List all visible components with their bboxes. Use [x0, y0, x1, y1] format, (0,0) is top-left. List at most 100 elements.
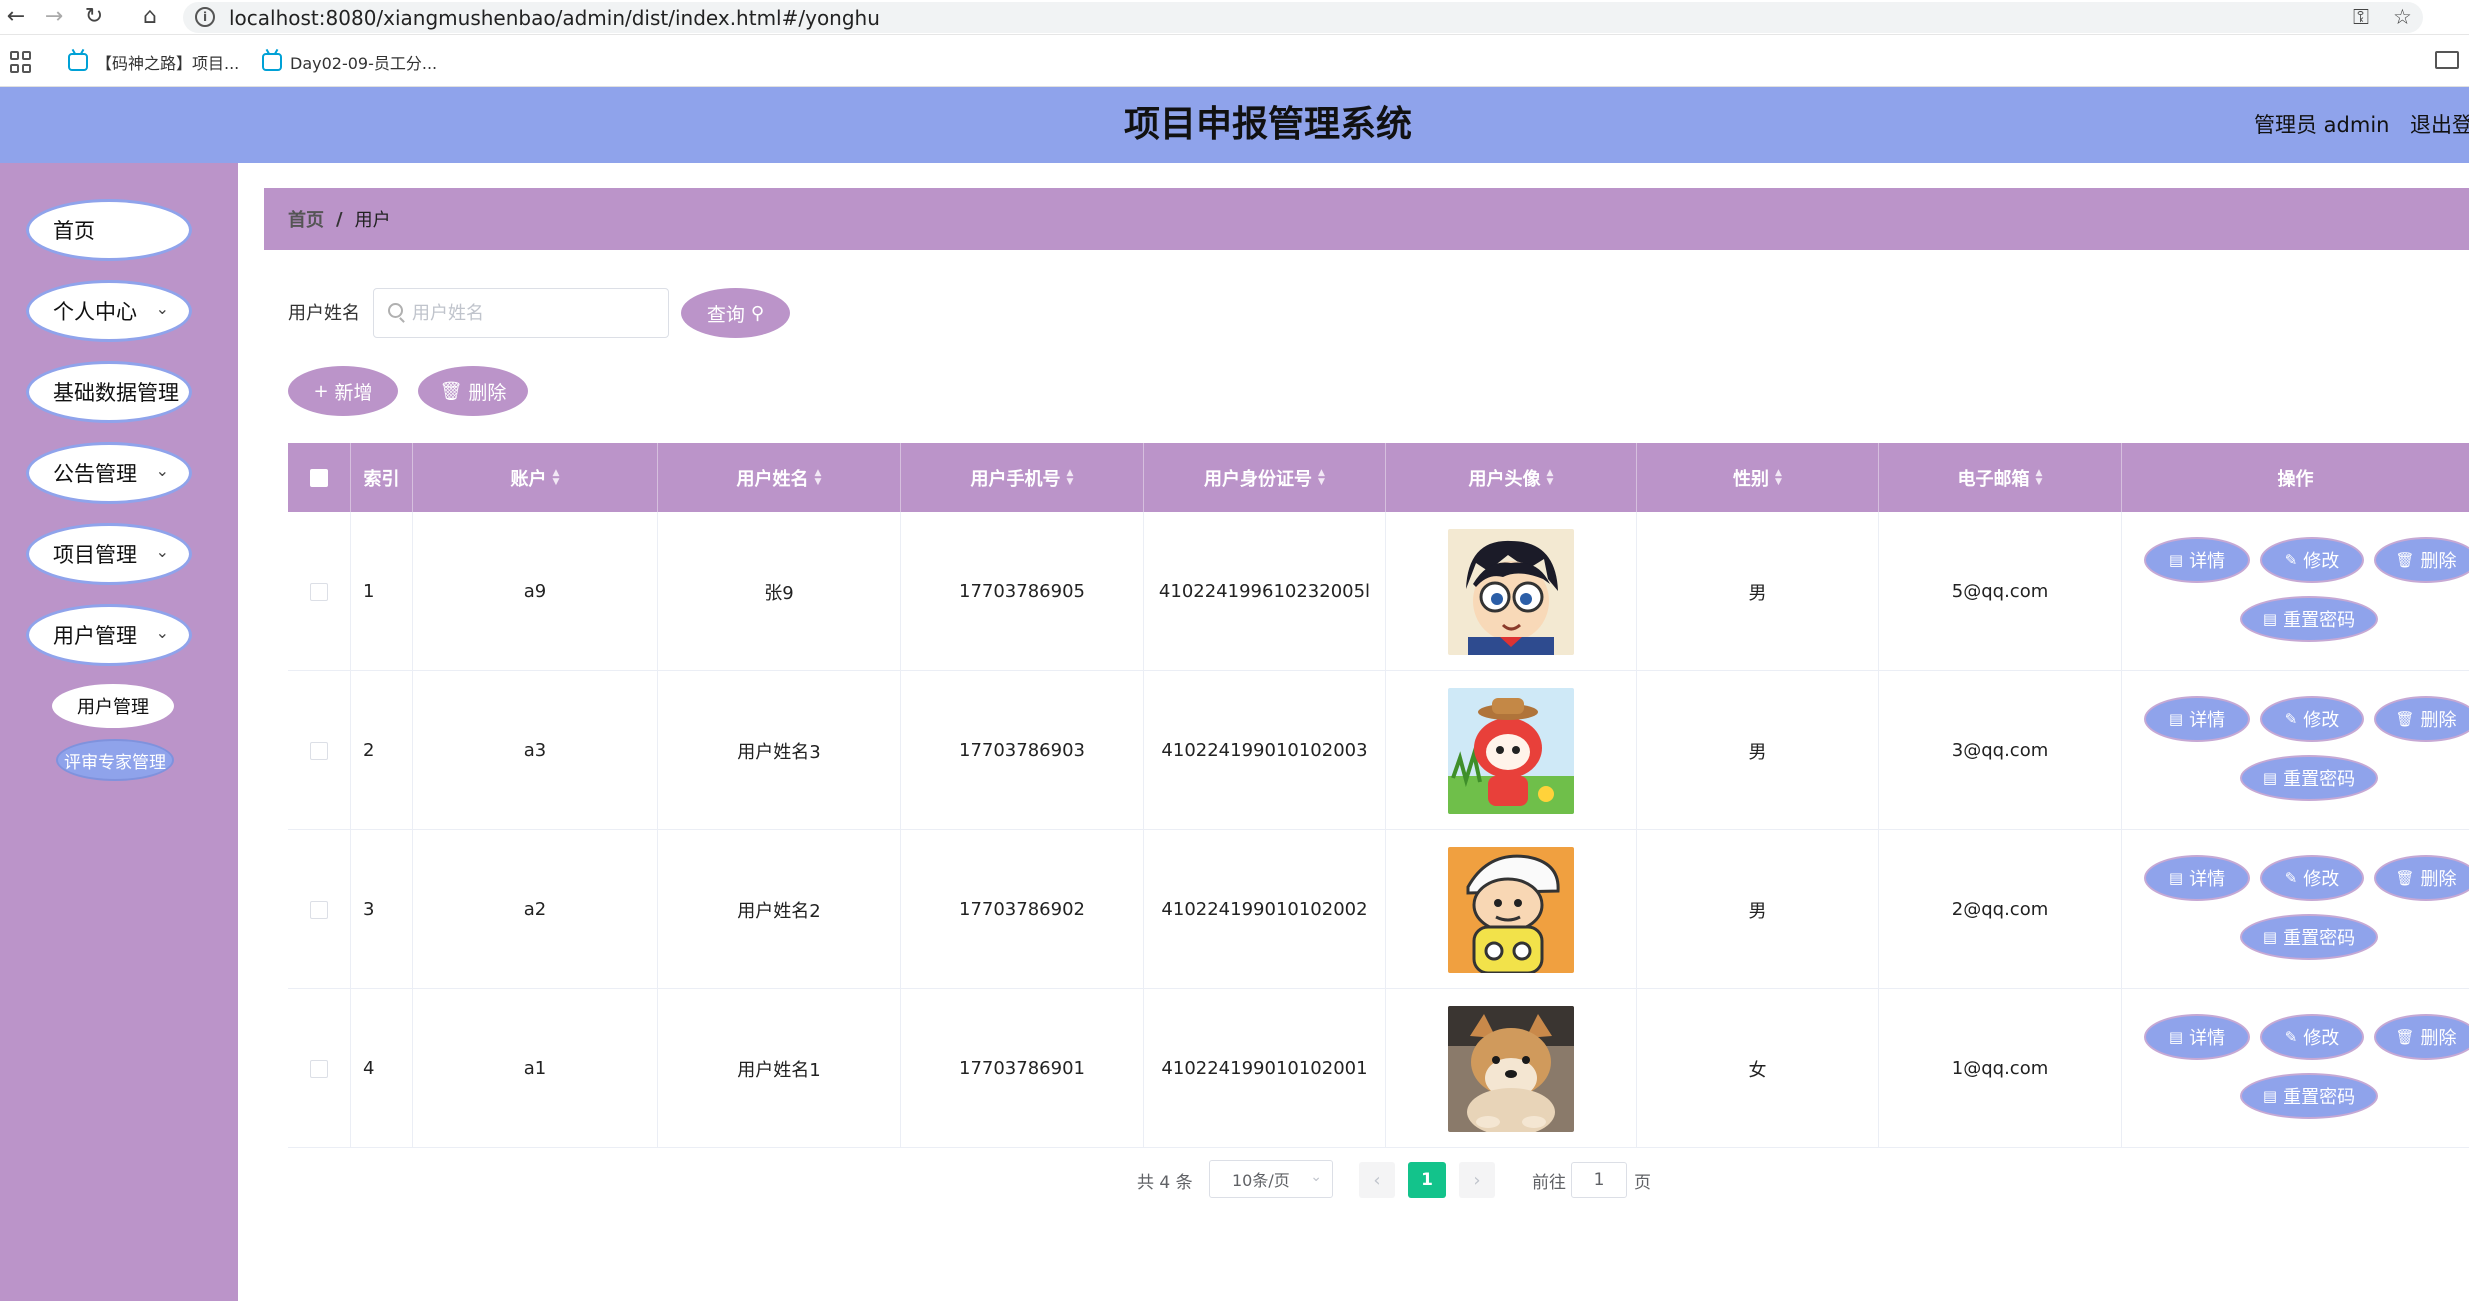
bookmark-label: 【码神之路】项目...	[96, 54, 240, 73]
chevron-down-icon: ⌄	[155, 542, 169, 561]
sidebar-subitem-user-management[interactable]: 用户管理	[52, 684, 174, 728]
reset-password-button[interactable]: ▤ 重置密码	[2240, 755, 2378, 801]
sort-icon[interactable]: ▲ ▼	[1775, 468, 1782, 487]
trash-icon: 🗑	[2395, 551, 2415, 569]
cell-phone: 17703786905	[901, 512, 1144, 671]
sidebar-item-notice[interactable]: 公告管理 ⌄	[26, 442, 192, 504]
search-button[interactable]: 查询 ⚲	[681, 288, 790, 338]
sidebar: 首页 个人中心 ⌄ 基础数据管理 公告管理 ⌄ 项目管理 ⌄ 用户管理 ⌄ 用户…	[0, 163, 238, 1301]
logout-link[interactable]: 退出登	[2410, 87, 2469, 163]
row-checkbox[interactable]	[310, 582, 328, 601]
edit-button[interactable]: ✎ 修改	[2260, 855, 2364, 901]
avatar[interactable]	[1448, 687, 1574, 814]
sidebar-subitem-label: 用户管理	[77, 697, 149, 718]
apps-grid-icon[interactable]	[10, 51, 32, 73]
row-checkbox[interactable]	[310, 900, 328, 919]
goto-page-input[interactable]: 1	[1571, 1162, 1627, 1198]
password-key-icon[interactable]: ⚿	[2353, 5, 2369, 30]
prev-page-button[interactable]: ‹	[1359, 1162, 1395, 1198]
back-icon[interactable]: ←	[2, 3, 30, 31]
search-label: 用户姓名	[288, 303, 360, 324]
detail-button[interactable]: ▤ 详情	[2144, 1014, 2250, 1060]
trash-icon: 🗑	[439, 380, 463, 402]
breadcrumb-home[interactable]: 首页	[288, 206, 324, 232]
site-info-icon[interactable]: i	[195, 7, 215, 27]
reset-password-button[interactable]: ▤ 重置密码	[2240, 1073, 2378, 1119]
detail-button[interactable]: ▤ 详情	[2144, 696, 2250, 742]
reload-icon[interactable]: ↻	[80, 3, 108, 31]
pagination-total: 共 4 条	[1137, 1172, 1193, 1193]
cell-index: 2	[351, 671, 413, 830]
sort-icon[interactable]: ▲ ▼	[1547, 468, 1554, 487]
home-icon[interactable]: ⌂	[136, 3, 164, 31]
avatar[interactable]	[1448, 1005, 1574, 1132]
cell-email: 3@qq.com	[1879, 671, 2122, 830]
cell-name: 用户姓名3	[658, 671, 901, 830]
chevron-down-icon: ⌄	[1310, 1169, 1322, 1185]
row-checkbox[interactable]	[310, 741, 328, 760]
sidebar-item-personal-center[interactable]: 个人中心 ⌄	[26, 280, 192, 342]
edit-icon: ✎	[2284, 551, 2298, 569]
forward-icon[interactable]: →	[40, 3, 68, 31]
row-checkbox[interactable]	[310, 1059, 328, 1078]
delete-button[interactable]: 🗑 删除	[2374, 1014, 2469, 1060]
document-icon: ▤	[2168, 869, 2184, 887]
search-icon	[388, 303, 403, 318]
search-field[interactable]	[373, 288, 669, 338]
bookmark-item[interactable]: 【码神之路】项目...	[68, 49, 239, 75]
column-header-avatar[interactable]: 用户头像 ▲ ▼	[1386, 443, 1637, 512]
bookmark-item[interactable]: Day02-09-员工分...	[262, 49, 437, 75]
detail-button[interactable]: ▤ 详情	[2144, 537, 2250, 583]
column-header-idcard[interactable]: 用户身份证号 ▲ ▼	[1144, 443, 1386, 512]
add-button[interactable]: + 新增	[288, 366, 398, 416]
sort-icon[interactable]: ▲ ▼	[553, 468, 560, 487]
search-input[interactable]	[412, 299, 652, 327]
detail-button[interactable]: ▤ 详情	[2144, 855, 2250, 901]
delete-button[interactable]: 🗑 删除	[2374, 537, 2469, 583]
batch-delete-button[interactable]: 🗑 删除	[418, 366, 528, 416]
sidebar-subitem-expert-management[interactable]: 评审专家管理	[56, 739, 174, 781]
page-number-current[interactable]: 1	[1408, 1162, 1446, 1198]
reset-password-button[interactable]: ▤ 重置密码	[2240, 596, 2378, 642]
chevron-left-icon: ‹	[1373, 1169, 1381, 1191]
column-header-account[interactable]: 账户 ▲ ▼	[413, 443, 658, 512]
next-page-button[interactable]: ›	[1459, 1162, 1495, 1198]
column-header-email[interactable]: 电子邮箱 ▲ ▼	[1879, 443, 2122, 512]
edit-button[interactable]: ✎ 修改	[2260, 1014, 2364, 1060]
sort-icon[interactable]: ▲ ▼	[815, 468, 822, 487]
column-header-name[interactable]: 用户姓名 ▲ ▼	[658, 443, 901, 512]
url-text: localhost:8080/xiangmushenbao/admin/dist…	[229, 6, 880, 30]
reset-password-button[interactable]: ▤ 重置密码	[2240, 914, 2378, 960]
avatar[interactable]	[1448, 528, 1574, 655]
address-bar[interactable]: i localhost:8080/xiangmushenbao/admin/di…	[183, 2, 2423, 33]
trash-icon: 🗑	[2395, 869, 2415, 887]
sidebar-item-basic-data[interactable]: 基础数据管理	[26, 361, 192, 423]
edit-icon: ✎	[2284, 710, 2298, 728]
page-unit-label: 页	[1634, 1172, 1651, 1193]
avatar[interactable]	[1448, 846, 1574, 973]
cell-email: 2@qq.com	[1879, 830, 2122, 989]
bookmarks-bar: 【码神之路】项目... Day02-09-员工分...	[0, 35, 2469, 87]
edit-button[interactable]: ✎ 修改	[2260, 696, 2364, 742]
bookmark-star-icon[interactable]: ☆	[2393, 5, 2412, 29]
column-header-phone[interactable]: 用户手机号 ▲ ▼	[901, 443, 1144, 512]
document-icon: ▤	[2168, 710, 2184, 728]
sort-icon[interactable]: ▲ ▼	[1067, 468, 1074, 487]
sort-icon[interactable]: ▲ ▼	[2036, 468, 2043, 487]
add-button-label: 新增	[334, 381, 373, 404]
sort-icon[interactable]: ▲ ▼	[1318, 468, 1325, 487]
sidebar-item-users[interactable]: 用户管理 ⌄	[26, 604, 192, 666]
trash-icon: 🗑	[2395, 710, 2415, 728]
cell-name: 用户姓名2	[658, 830, 901, 989]
column-header-gender[interactable]: 性别 ▲ ▼	[1637, 443, 1879, 512]
sidebar-item-home[interactable]: 首页	[26, 199, 192, 261]
select-all-checkbox[interactable]	[310, 468, 328, 487]
sidebar-item-project[interactable]: 项目管理 ⌄	[26, 523, 192, 585]
page-size-select[interactable]: 10条/页 ⌄	[1209, 1160, 1333, 1198]
delete-button[interactable]: 🗑 删除	[2374, 855, 2469, 901]
delete-button[interactable]: 🗑 删除	[2374, 696, 2469, 742]
folder-icon[interactable]	[2435, 51, 2459, 69]
edit-button[interactable]: ✎ 修改	[2260, 537, 2364, 583]
document-icon: ▤	[2262, 769, 2278, 787]
cell-index: 4	[351, 989, 413, 1148]
